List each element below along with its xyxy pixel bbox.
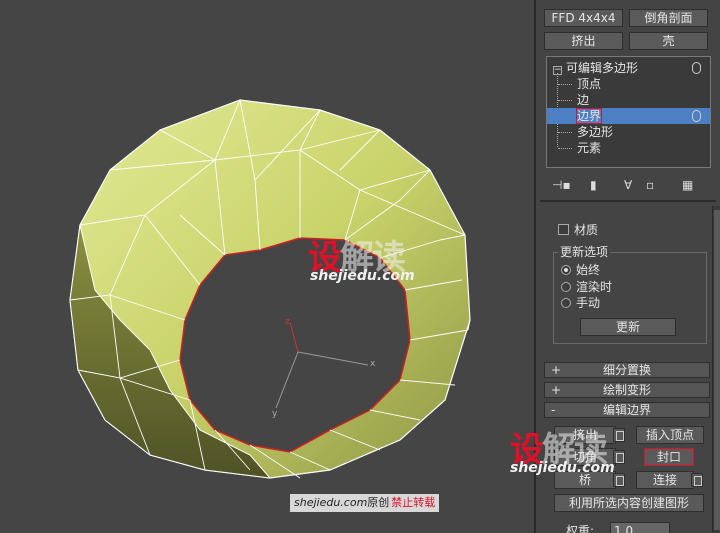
- chamfer-settings-button[interactable]: [613, 450, 625, 464]
- panel-scrollbar[interactable]: [712, 206, 720, 533]
- stack-sub-element[interactable]: 元素: [577, 140, 601, 156]
- modifier-stack[interactable]: − 可编辑多边形 顶点 边 边界 多边形 元素: [546, 56, 711, 168]
- extrude-modifier-button[interactable]: 挤出: [544, 32, 623, 50]
- light-bulb-icon-border[interactable]: [692, 110, 701, 122]
- rollout-edit-borders[interactable]: - 编辑边界: [544, 402, 710, 418]
- command-panel: FFD 4x4x4 倒角剖面 挤出 壳 − 可编辑多边形 顶点 边 边界 多边形 …: [510, 0, 720, 533]
- configure-modifier-sets-icon[interactable]: ▦: [682, 176, 693, 194]
- bevel-profile-button[interactable]: 倒角剖面: [629, 9, 708, 27]
- insert-vertex-button[interactable]: 插入顶点: [636, 426, 704, 444]
- stack-sub-edge[interactable]: 边: [577, 92, 589, 108]
- connect-button[interactable]: 连接: [636, 471, 694, 489]
- watermark-site-2: shejiedu.com: [510, 460, 615, 476]
- credit-banner: shejiedu.com原创 禁止转载: [290, 494, 440, 512]
- axis-label-x: x: [370, 359, 376, 369]
- torus-mesh[interactable]: z x y: [0, 0, 534, 533]
- axis-label-z: z: [285, 317, 290, 327]
- axis-label-y: y: [272, 409, 278, 419]
- update-options-title: 更新选项: [558, 245, 611, 259]
- bridge-settings-button[interactable]: [613, 473, 625, 487]
- pin-stack-icon[interactable]: ⊣▪: [552, 176, 571, 194]
- radio-always-label: 始终: [576, 263, 601, 277]
- radio-manually-label: 手动: [576, 296, 601, 310]
- radio-when-rendering[interactable]: [561, 282, 571, 292]
- rollout-subdivision-displacement[interactable]: + 细分置换: [544, 362, 710, 378]
- weight-input[interactable]: 1.0: [610, 522, 670, 533]
- radio-manually[interactable]: [561, 298, 571, 308]
- ffd-button[interactable]: FFD 4x4x4: [544, 9, 623, 27]
- remove-modifier-icon[interactable]: ▫: [646, 176, 654, 194]
- stack-sub-vertex[interactable]: 顶点: [577, 76, 601, 92]
- light-bulb-icon[interactable]: [692, 62, 701, 74]
- stack-sub-polygon[interactable]: 多边形: [577, 124, 613, 140]
- show-end-result-icon[interactable]: ▮: [590, 176, 597, 194]
- radio-always[interactable]: [561, 265, 571, 275]
- cap-button[interactable]: 封口: [644, 448, 694, 466]
- shell-modifier-button[interactable]: 壳: [629, 32, 708, 50]
- stack-sub-border[interactable]: 边界: [547, 108, 710, 124]
- stack-toolbar: ⊣▪ ▮ ∀ ▫ ▦: [550, 176, 710, 194]
- weight-label: 权重:: [566, 524, 595, 533]
- watermark-site: shejiedu.com: [310, 268, 415, 284]
- create-shape-from-selection-button[interactable]: 利用所选内容创建图形: [554, 494, 704, 512]
- perspective-viewport[interactable]: z x y 设解读 shejiedu.com shejiedu.com原创 禁止转…: [0, 0, 534, 533]
- stack-item-editable-poly[interactable]: − 可编辑多边形: [553, 60, 638, 76]
- radio-when-rendering-label: 渲染时: [576, 280, 613, 294]
- update-button[interactable]: 更新: [580, 318, 676, 336]
- extrude-settings-button[interactable]: [613, 428, 625, 442]
- make-unique-icon[interactable]: ∀: [624, 176, 632, 194]
- rollout-paint-deformation[interactable]: + 绘制变形: [544, 382, 710, 398]
- connect-settings-button[interactable]: [691, 473, 703, 487]
- material-label: 材质: [574, 223, 599, 237]
- material-checkbox[interactable]: [558, 224, 569, 235]
